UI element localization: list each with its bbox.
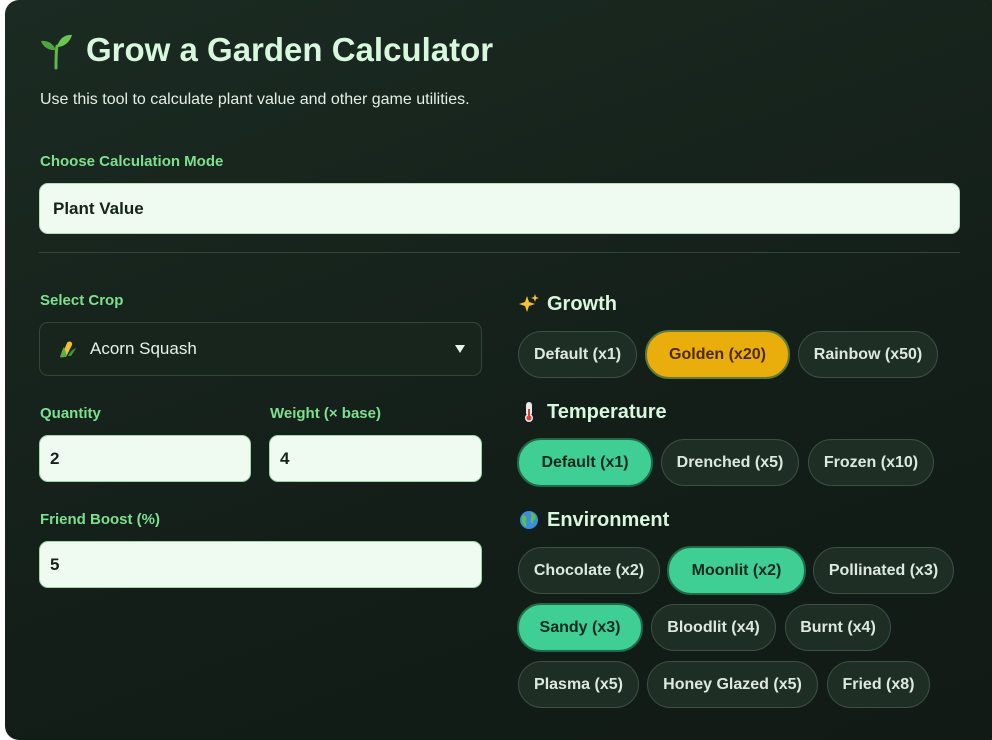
quantity-value: 2 xyxy=(50,448,60,468)
thermometer-icon xyxy=(525,402,533,422)
corn-icon xyxy=(60,341,76,358)
chevron-down-icon xyxy=(455,345,465,353)
crop-label: Select Crop xyxy=(40,292,124,309)
environment-option-chocolate[interactable]: Chocolate (x2) xyxy=(518,547,660,594)
crop-select[interactable]: Acorn Squash xyxy=(39,322,482,376)
friend-boost-value: 5 xyxy=(50,554,60,574)
environment-heading-text: Environment xyxy=(547,508,670,531)
page-subtitle: Use this tool to calculate plant value a… xyxy=(40,91,470,108)
crop-value: Acorn Squash xyxy=(90,339,197,358)
title-text: Grow a Garden Calculator xyxy=(86,31,494,68)
environment-option-plasma[interactable]: Plasma (x5) xyxy=(518,661,639,708)
weight-input[interactable]: 4 xyxy=(269,435,482,482)
environment-option-fried[interactable]: Fried (x8) xyxy=(827,661,930,708)
quantity-input[interactable]: 2 xyxy=(39,435,251,482)
temperature-option-default[interactable]: Default (x1) xyxy=(517,438,653,487)
globe-icon xyxy=(520,511,538,529)
page-title: Grow a Garden Calculator xyxy=(38,30,493,70)
environment-option-honey-glazed[interactable]: Honey Glazed (x5) xyxy=(647,661,818,708)
mode-value: Plant Value xyxy=(53,198,144,218)
sparkles-icon xyxy=(519,294,539,312)
environment-option-moonlit[interactable]: Moonlit (x2) xyxy=(667,546,806,595)
weight-label: Weight (× base) xyxy=(270,405,381,422)
friend-boost-label: Friend Boost (%) xyxy=(40,511,160,528)
quantity-label: Quantity xyxy=(40,405,101,422)
friend-boost-input[interactable]: 5 xyxy=(39,541,482,588)
growth-option-rainbow[interactable]: Rainbow (x50) xyxy=(798,331,938,378)
mode-label: Choose Calculation Mode xyxy=(40,153,224,170)
temperature-option-drenched[interactable]: Drenched (x5) xyxy=(661,439,799,486)
calculation-mode-select[interactable]: Plant Value xyxy=(39,183,960,234)
environment-option-burnt[interactable]: Burnt (x4) xyxy=(785,604,891,651)
environment-option-pollinated[interactable]: Pollinated (x3) xyxy=(813,547,954,594)
temperature-heading: Temperature xyxy=(519,399,667,425)
growth-heading: Growth xyxy=(519,291,617,317)
environment-option-sandy[interactable]: Sandy (x3) xyxy=(517,603,643,652)
growth-option-default[interactable]: Default (x1) xyxy=(518,331,637,378)
growth-option-golden[interactable]: Golden (x20) xyxy=(645,330,790,379)
sprout-icon xyxy=(41,34,72,70)
environment-option-bloodlit[interactable]: Bloodlit (x4) xyxy=(651,604,776,651)
growth-heading-text: Growth xyxy=(547,292,617,315)
temperature-heading-text: Temperature xyxy=(547,400,667,423)
temperature-option-frozen[interactable]: Frozen (x10) xyxy=(808,439,934,486)
section-divider xyxy=(39,252,960,253)
weight-value: 4 xyxy=(280,448,290,468)
environment-heading: Environment xyxy=(519,507,669,533)
